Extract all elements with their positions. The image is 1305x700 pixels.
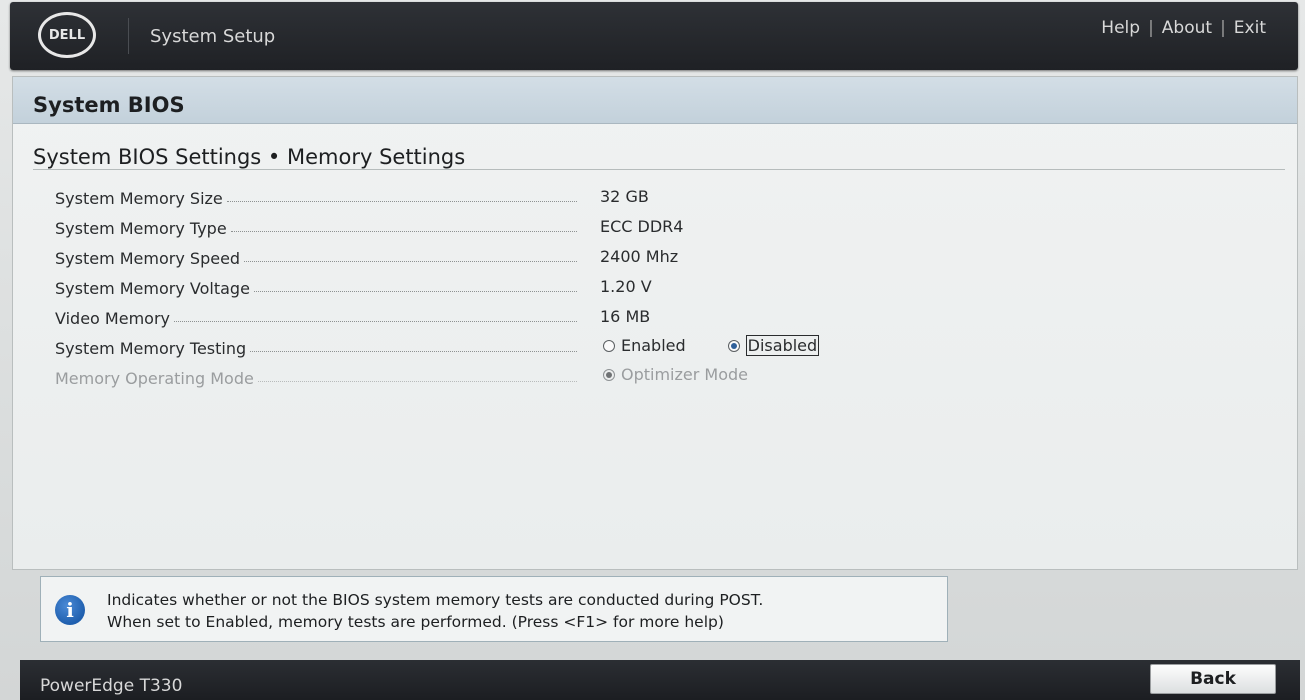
leader-dots (173, 320, 577, 322)
setting-label: System Memory Voltage (55, 279, 250, 298)
help-link[interactable]: Help (1101, 18, 1140, 38)
radio-optimizer-mode: Optimizer Mode (603, 365, 748, 384)
setting-value: 2400 Mhz (600, 247, 679, 266)
link-separator: | (1220, 18, 1226, 38)
radio-disabled[interactable]: Disabled (727, 335, 820, 356)
main-panel: System BIOS System BIOS Settings • Memor… (12, 76, 1298, 570)
section-title: System BIOS (33, 93, 185, 117)
help-text: Indicates whether or not the BIOS system… (107, 589, 763, 633)
leader-dots (250, 350, 577, 352)
app-title: System Setup (150, 26, 276, 47)
radio-unselected-icon (603, 339, 615, 352)
radio-selected-icon (603, 368, 615, 381)
leader-dots (226, 200, 577, 202)
setting-row-memory-testing: System Memory Testing Enabled Disabled (55, 335, 955, 365)
setting-label: System Memory Type (55, 219, 227, 238)
setting-row-memory-speed: System Memory Speed 2400 Mhz (55, 245, 955, 275)
help-line-1: Indicates whether or not the BIOS system… (107, 591, 764, 609)
about-link[interactable]: About (1162, 18, 1212, 38)
logo-text: DELL (48, 27, 86, 43)
header-divider (128, 18, 129, 54)
setting-row-memory-type: System Memory Type ECC DDR4 (55, 215, 955, 245)
section-header: System BIOS (13, 77, 1297, 124)
leader-dots (230, 230, 577, 232)
leader-dots (253, 290, 577, 292)
dell-logo: DELL (38, 12, 96, 58)
bios-setup-screen: DELL System Setup Help | About | Exit Sy… (0, 0, 1305, 700)
radio-selected-icon (727, 339, 740, 352)
leader-dots (257, 380, 577, 382)
radio-enabled[interactable]: Enabled (603, 336, 686, 355)
radio-label: Enabled (621, 336, 686, 355)
setting-label: System Memory Testing (55, 339, 247, 358)
setting-label: Video Memory (55, 309, 170, 328)
setting-value: 32 GB (600, 187, 649, 206)
help-line-2: When set to Enabled, memory tests are pe… (107, 613, 724, 631)
setting-label: System Memory Size (55, 189, 223, 208)
link-separator: | (1148, 18, 1154, 38)
top-header-bar: DELL System Setup Help | About | Exit (10, 2, 1298, 70)
setting-value: ECC DDR4 (600, 217, 684, 236)
setting-row-video-memory: Video Memory 16 MB (55, 305, 955, 335)
setting-row-memory-size: System Memory Size 32 GB (55, 185, 955, 215)
operating-mode-radio-group: Optimizer Mode (603, 365, 748, 384)
setting-row-memory-voltage: System Memory Voltage 1.20 V (55, 275, 955, 305)
setting-label: System Memory Speed (55, 249, 241, 268)
setting-value: 1.20 V (600, 277, 652, 296)
settings-list: System Memory Size 32 GB System Memory T… (55, 185, 955, 395)
setting-label: Memory Operating Mode (55, 369, 254, 388)
divider (33, 169, 1285, 170)
breadcrumb: System BIOS Settings • Memory Settings (33, 145, 466, 169)
header-links: Help | About | Exit (1101, 18, 1266, 38)
memory-testing-radio-group: Enabled Disabled (603, 335, 820, 356)
setting-row-memory-operating-mode: Memory Operating Mode Optimizer Mode (55, 365, 955, 395)
radio-label: Disabled (745, 335, 820, 356)
leader-dots (244, 260, 577, 262)
setting-value: 16 MB (600, 307, 651, 326)
system-model: PowerEdge T330 (40, 676, 183, 696)
exit-link[interactable]: Exit (1234, 18, 1266, 38)
back-button[interactable]: Back (1150, 664, 1276, 694)
help-box: i Indicates whether or not the BIOS syst… (40, 576, 948, 642)
radio-label: Optimizer Mode (621, 365, 748, 384)
footer-bar: PowerEdge T330 Back (20, 660, 1300, 700)
info-icon: i (55, 595, 85, 625)
